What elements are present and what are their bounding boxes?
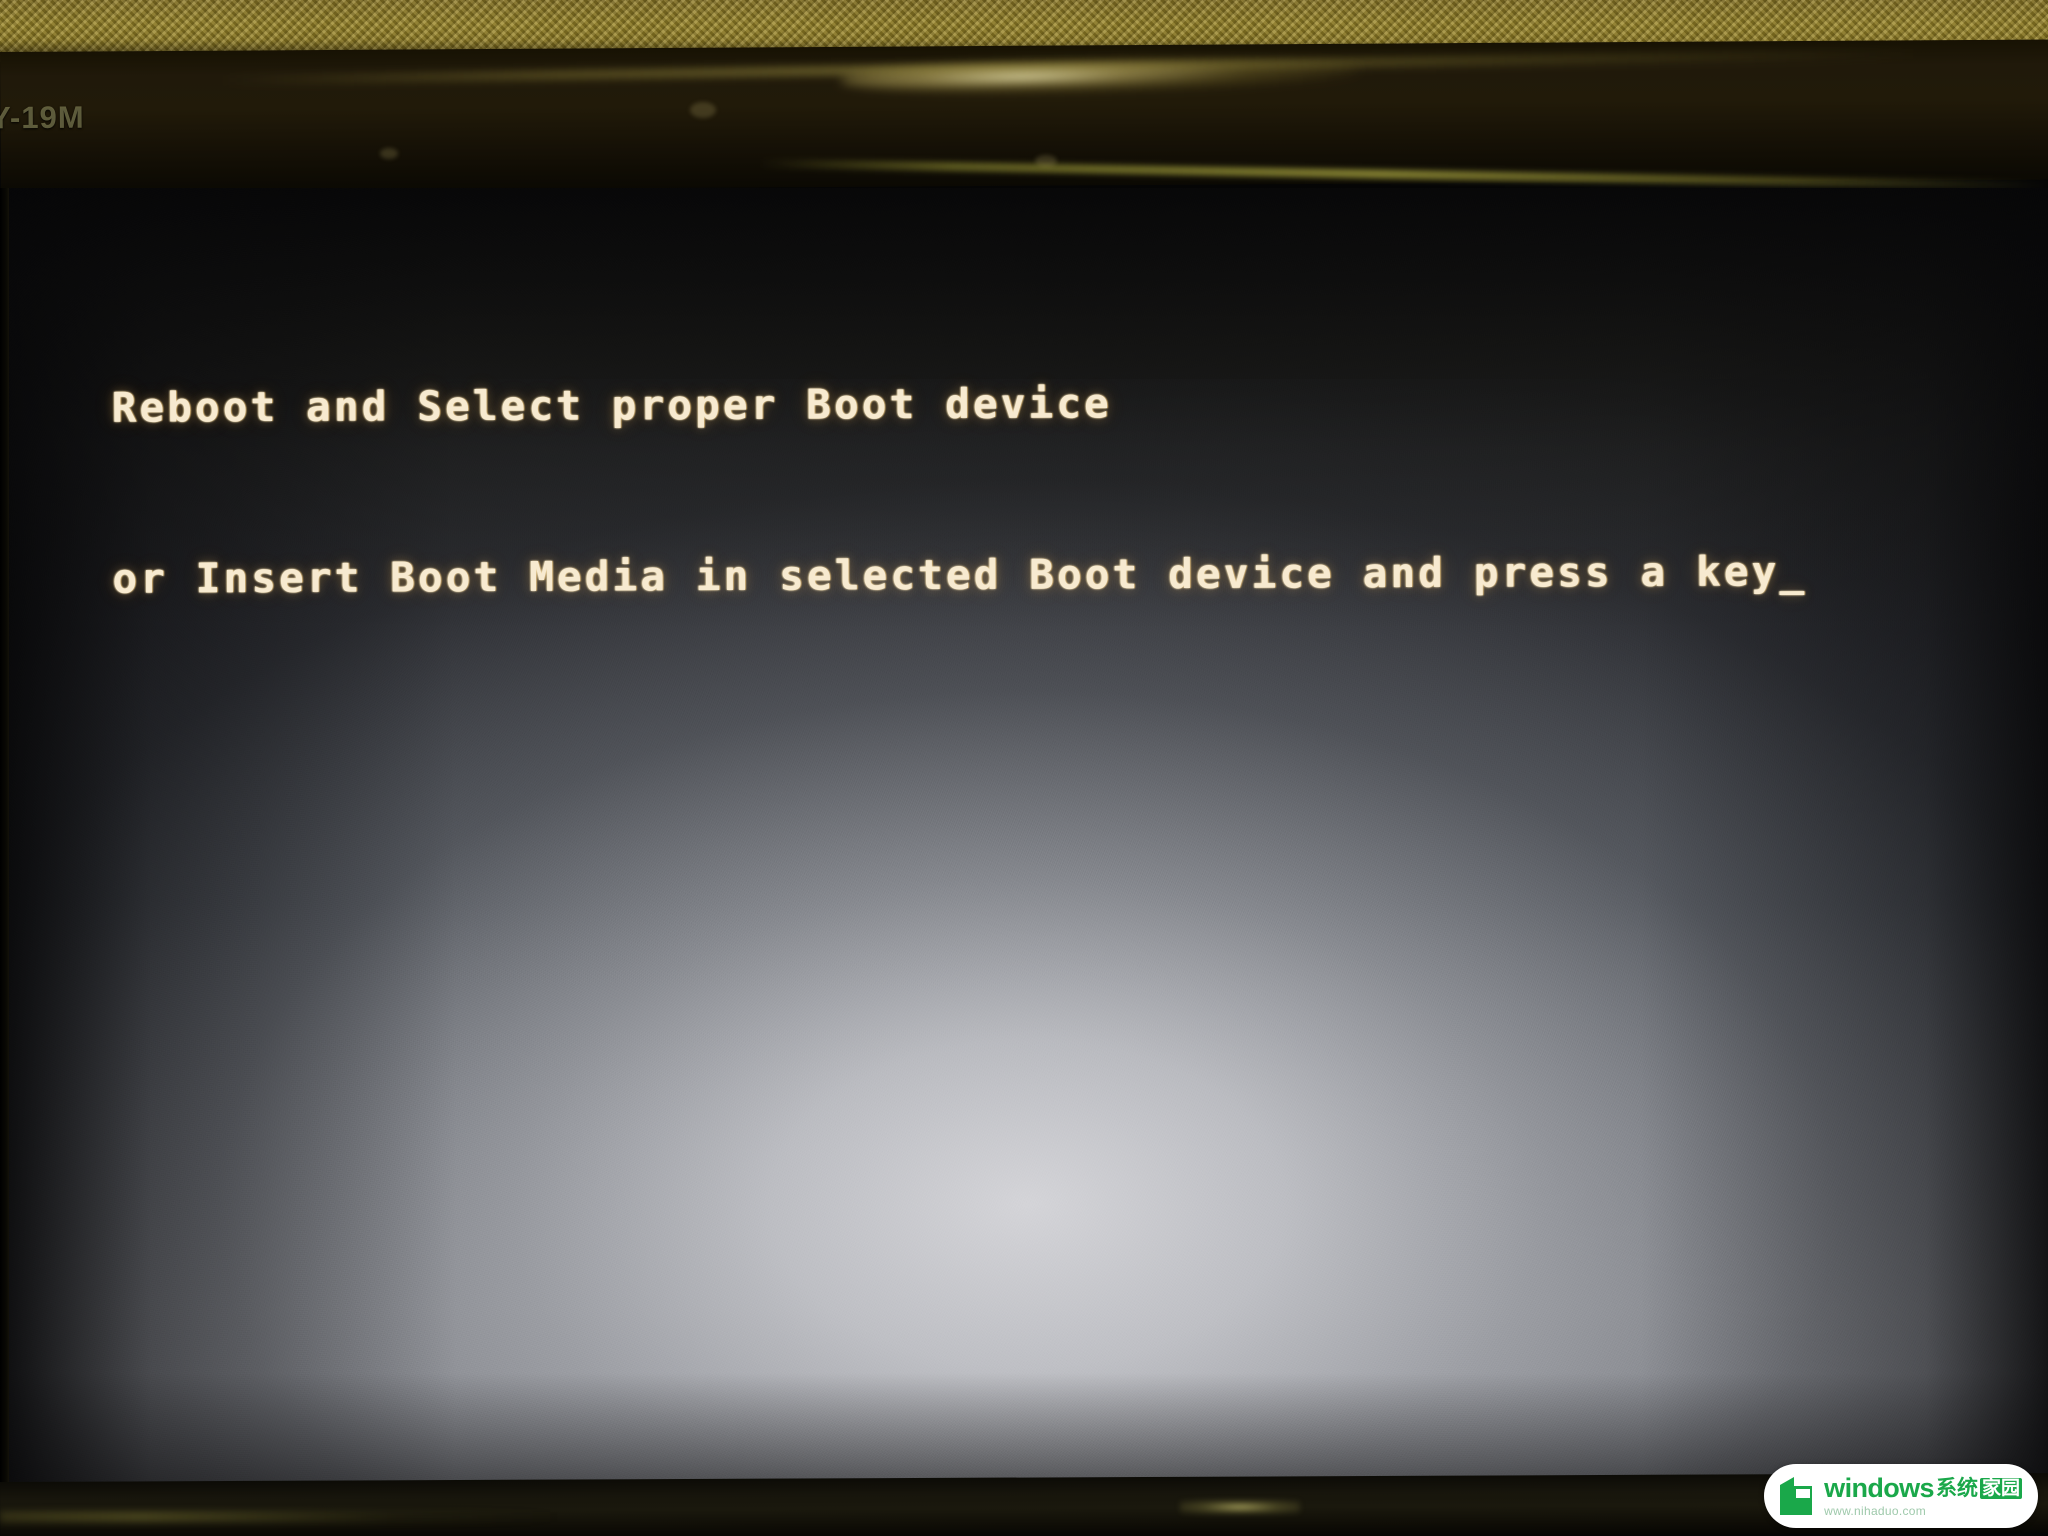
bios-message-line-2-wrapper: or Insert Boot Media in selected Boot de… — [112, 543, 1807, 607]
monitor-bottom-bezel — [0, 1473, 2048, 1536]
bezel-speck — [690, 102, 716, 118]
watermark-text-block: windows 系统 家园 www.nihaduo.com — [1824, 1475, 2022, 1517]
bottom-bezel-highlight — [1180, 1500, 1300, 1514]
bios-message: Reboot and Select proper Boot device or … — [111, 258, 1808, 721]
watermark-brand-cn-boxed: 家园 — [1979, 1477, 2022, 1499]
bios-text-cursor: _ — [1779, 547, 1808, 596]
bezel-speck — [380, 148, 398, 159]
screen-left-bezel-lip — [0, 188, 9, 1490]
bios-message-line-1: Reboot and Select proper Boot device — [111, 379, 1112, 432]
bezel-speck — [1035, 155, 1057, 167]
watermark-brand-row: windows 系统 家园 — [1824, 1475, 2022, 1502]
windows-home-logo-icon — [1776, 1475, 1816, 1517]
monitor-model-label: Y-19M — [0, 99, 85, 136]
photo-frame: Y-19M Reboot and Select proper Boot devi… — [0, 0, 2048, 1536]
bottom-bezel-streak — [0, 1512, 560, 1522]
bios-message-line-2: or Insert Boot Media in selected Boot de… — [112, 547, 1780, 603]
watermark-url: www.nihaduo.com — [1824, 1504, 1927, 1518]
watermark-brand: windows — [1824, 1473, 1934, 1503]
watermark-brand-cn: 系统 — [1935, 1476, 1978, 1500]
site-watermark: windows 系统 家园 www.nihaduo.com — [1764, 1464, 2038, 1528]
